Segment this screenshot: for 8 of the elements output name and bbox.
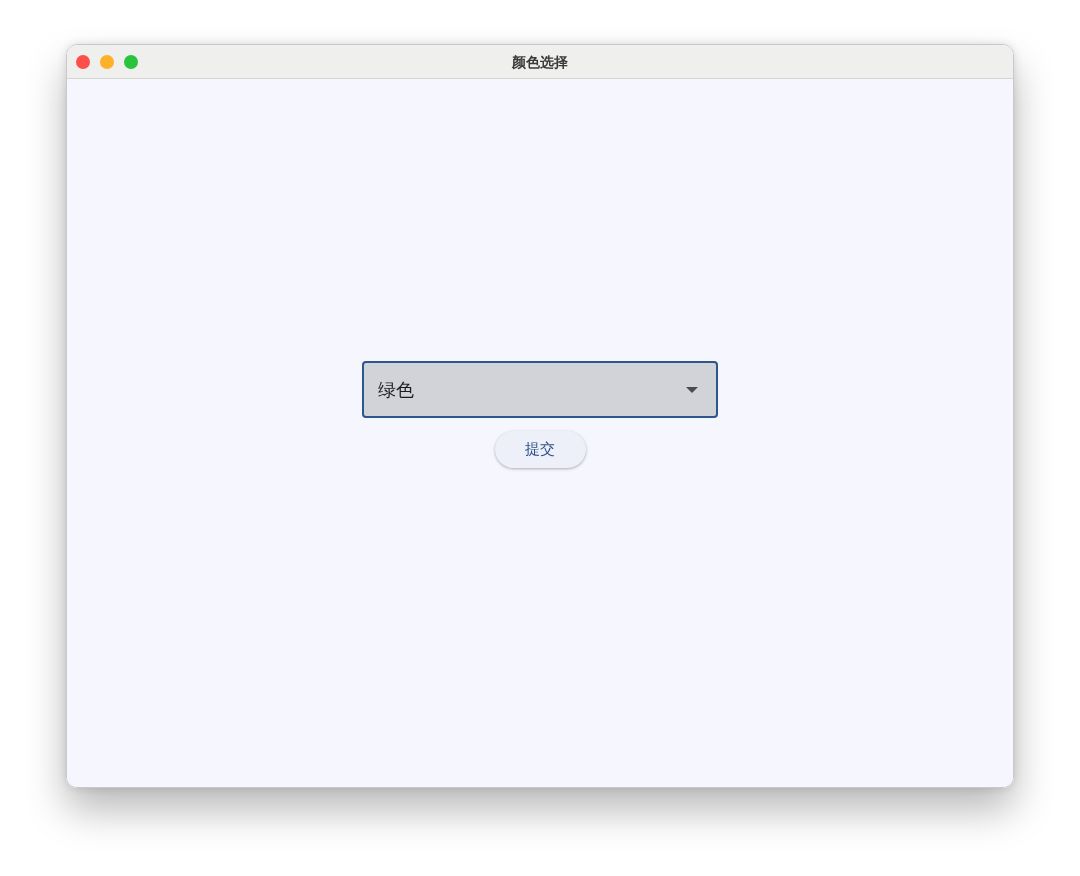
close-icon[interactable] xyxy=(76,55,90,69)
submit-button[interactable]: 提交 xyxy=(494,431,586,468)
minimize-icon[interactable] xyxy=(100,55,114,69)
caret-icon xyxy=(686,386,698,393)
window-title: 颜色选择 xyxy=(512,53,568,72)
selected-value: 绿色 xyxy=(378,378,414,402)
color-dropdown[interactable]: 绿色 xyxy=(362,361,718,418)
zoom-icon[interactable] xyxy=(124,55,138,69)
